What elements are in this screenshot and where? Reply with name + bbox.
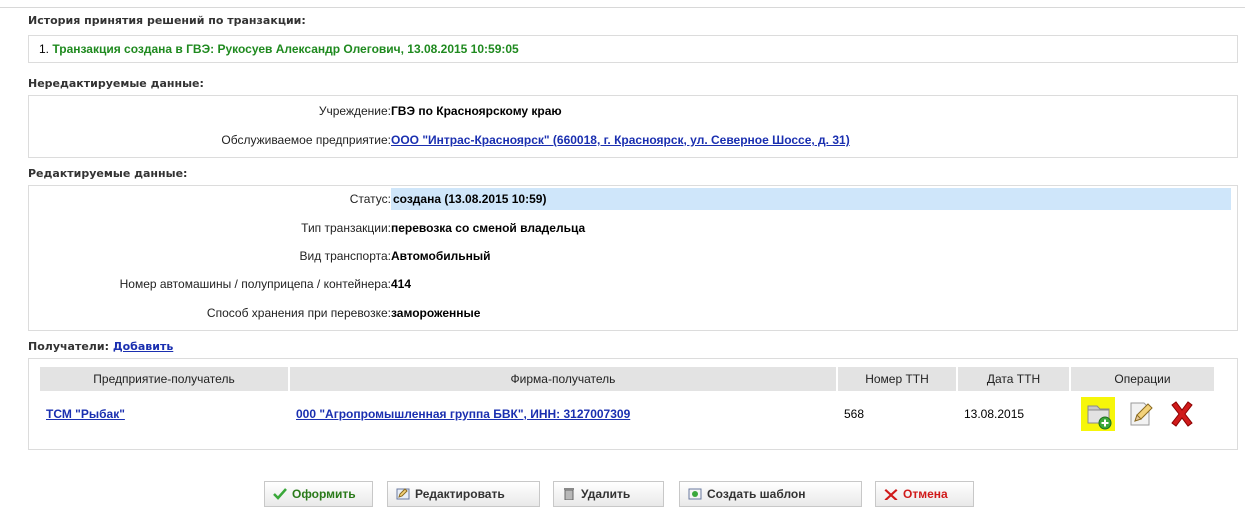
top-divider <box>0 7 1245 8</box>
status-label: Статус: <box>349 192 391 206</box>
edit-pencil-icon[interactable] <box>1123 397 1157 431</box>
transport-value: Автомобильный <box>391 249 491 263</box>
action-bar: Оформить Редактировать Удалить Создать ш… <box>0 481 1245 507</box>
col-ttn-date: Дата ТТН <box>958 367 1069 391</box>
edit-button[interactable]: Редактировать <box>387 481 540 507</box>
history-item-text: Транзакция создана в ГВЭ: Рукосуев Алекс… <box>52 42 519 56</box>
checkmark-icon <box>273 484 287 500</box>
readonly-section-title: Нередактируемые данные: <box>28 77 204 90</box>
col-enterprise: Предприятие-получатель <box>40 367 288 391</box>
recipient-enterprise-link[interactable]: ТСМ "Рыбак" <box>46 407 125 421</box>
pencil-icon <box>396 484 410 500</box>
ttn-date-cell: 13.08.2015 <box>964 407 1025 421</box>
delete-button[interactable]: Удалить <box>553 481 664 507</box>
readonly-box: Учреждение: ГВЭ по Красноярскому краю Об… <box>28 95 1238 158</box>
edit-button-label: Редактировать <box>415 487 505 501</box>
history-box: 1. Транзакция создана в ГВЭ: Рукосуев Ал… <box>28 35 1238 63</box>
table-row: ТСМ "Рыбак" 000 "Агропромышленная группа… <box>40 393 1214 435</box>
storage-value: замороженные <box>391 306 481 320</box>
history-item-number: 1. <box>39 42 50 56</box>
cancel-button-label: Отмена <box>903 487 948 501</box>
recipients-box: Предприятие-получатель Фирма-получатель … <box>28 358 1238 450</box>
delete-button-label: Удалить <box>581 487 631 501</box>
storage-label: Способ хранения при перевозке: <box>206 306 391 320</box>
vehicle-value: 414 <box>391 277 412 291</box>
col-ttn-number: Номер ТТН <box>838 367 956 391</box>
template-icon <box>688 484 702 500</box>
add-document-icon[interactable] <box>1081 397 1115 431</box>
institution-label: Учреждение: <box>318 104 391 118</box>
recipients-section-title: Получатели: Добавить <box>28 340 173 353</box>
vehicle-label: Номер автомашины / полуприцепа / контейн… <box>119 277 391 291</box>
cancel-x-icon <box>884 484 898 501</box>
vehicle-row: Номер автомашины / полуприцепа / контейн… <box>29 273 1237 295</box>
col-firm: Фирма-получатель <box>290 367 836 391</box>
create-template-button-label: Создать шаблон <box>707 487 806 501</box>
enterprise-row: Обслуживаемое предприятие: ООО "Интрас-К… <box>29 129 1237 151</box>
recipients-table: Предприятие-получатель Фирма-получатель … <box>38 365 1216 437</box>
transaction-type-row: Тип транзакции: перевозка со сменой влад… <box>29 217 1237 239</box>
transport-row: Вид транспорта: Автомобильный <box>29 245 1237 267</box>
operations-cell <box>1077 397 1208 431</box>
institution-row: Учреждение: ГВЭ по Красноярскому краю <box>29 100 1237 122</box>
enterprise-link[interactable]: ООО "Интрас-Красноярск" (660018, г. Крас… <box>391 133 850 147</box>
col-operations: Операции <box>1071 367 1214 391</box>
trash-icon <box>562 484 576 501</box>
history-section-title: История принятия решений по транзакции: <box>28 14 306 27</box>
table-header-row: Предприятие-получатель Фирма-получатель … <box>40 367 1214 391</box>
editable-section-title: Редактируемые данные: <box>28 167 188 180</box>
ttn-number-cell: 568 <box>844 407 865 421</box>
add-recipient-link[interactable]: Добавить <box>113 340 173 353</box>
cancel-button[interactable]: Отмена <box>875 481 974 507</box>
transaction-type-value: перевозка со сменой владельца <box>391 221 586 235</box>
recipients-label: Получатели: <box>28 340 109 353</box>
status-row: Статус: <box>29 188 391 210</box>
submit-button[interactable]: Оформить <box>264 481 373 507</box>
storage-row: Способ хранения при перевозке: заморожен… <box>29 302 1237 324</box>
editable-box: создана (13.08.2015 10:59) Статус: Тип т… <box>28 185 1238 331</box>
enterprise-label: Обслуживаемое предприятие: <box>221 133 391 147</box>
create-template-button[interactable]: Создать шаблон <box>679 481 862 507</box>
transaction-type-label: Тип транзакции: <box>301 221 391 235</box>
history-item: 1. Транзакция создана в ГВЭ: Рукосуев Ал… <box>39 42 519 56</box>
delete-x-icon[interactable] <box>1165 397 1199 431</box>
submit-button-label: Оформить <box>292 487 356 501</box>
status-value: создана (13.08.2015 10:59) <box>393 192 547 206</box>
recipient-firm-link[interactable]: 000 "Агропромышленная группа БВК", ИНН: … <box>296 407 630 421</box>
transport-label: Вид транспорта: <box>299 249 391 263</box>
institution-value: ГВЭ по Красноярскому краю <box>391 104 562 118</box>
status-highlight: создана (13.08.2015 10:59) <box>391 188 1231 210</box>
